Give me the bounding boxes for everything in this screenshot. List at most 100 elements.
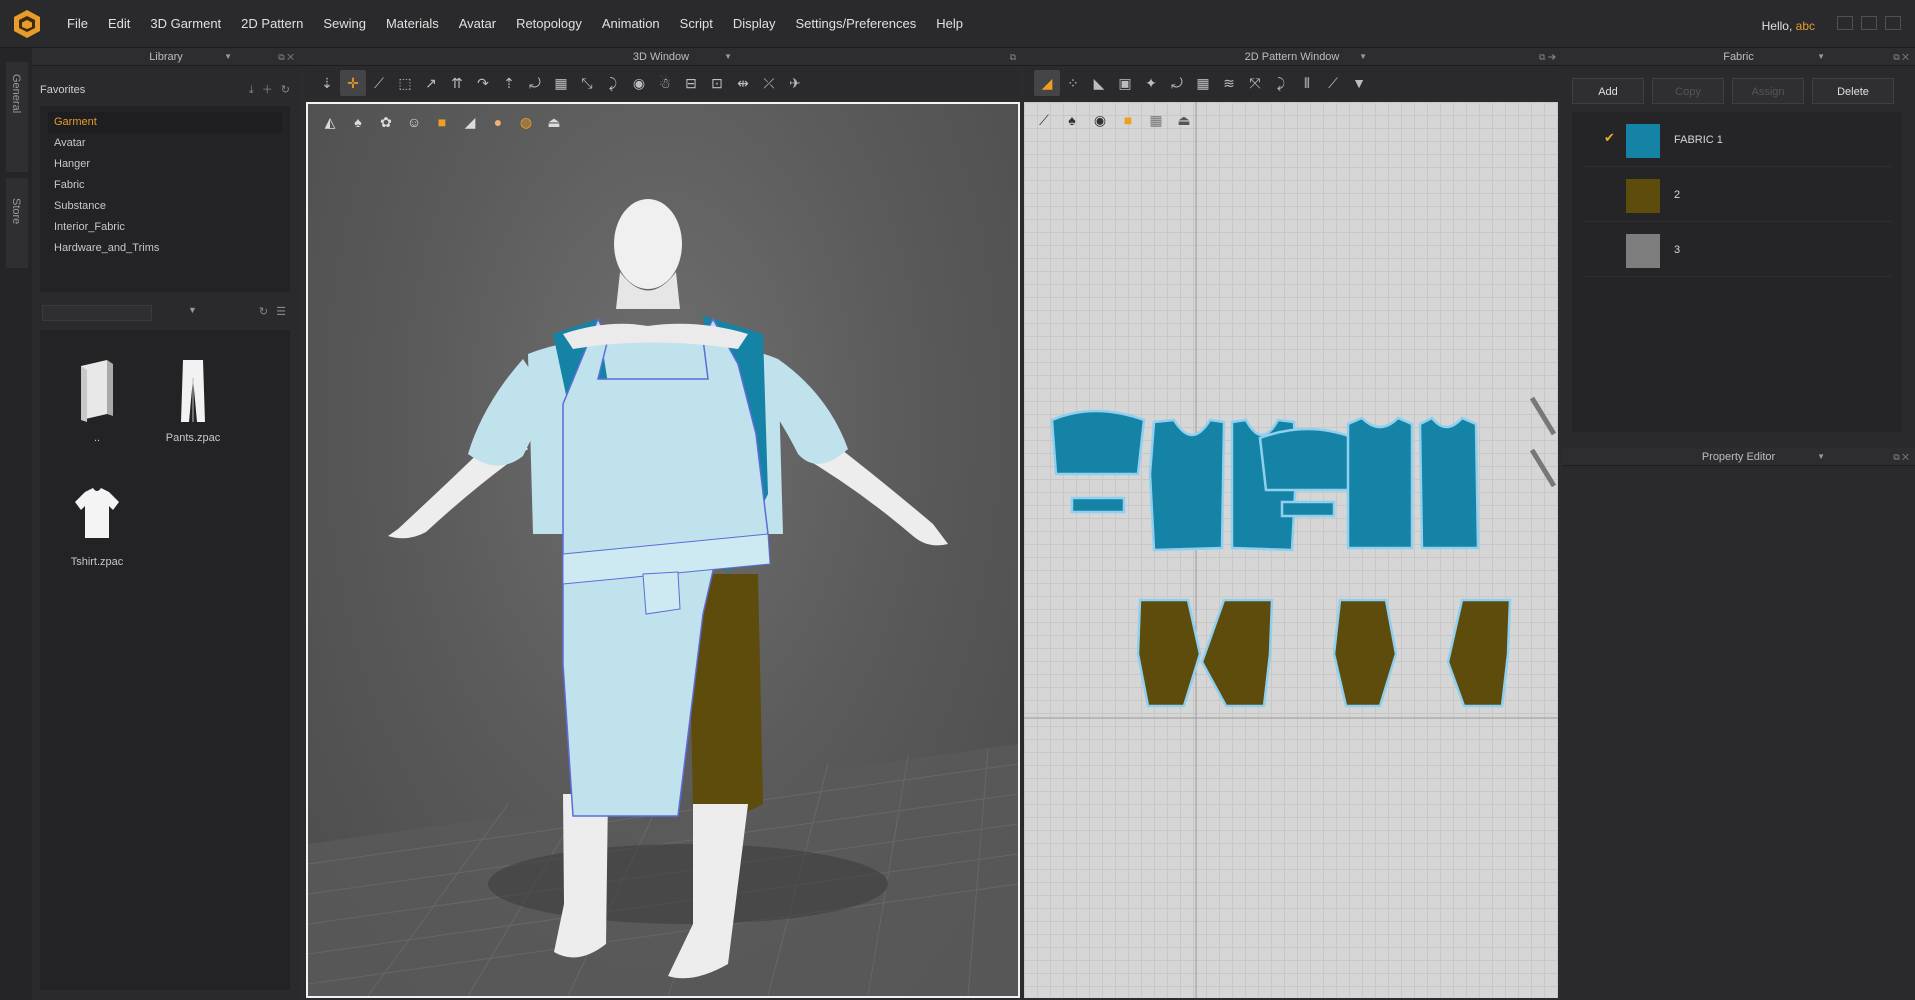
side-rail: General Store <box>0 48 32 1000</box>
assign-fabric-button[interactable]: Assign <box>1732 78 1804 104</box>
menu-script[interactable]: Script <box>670 0 723 48</box>
sewing-2d-icon[interactable]: ⤧ <box>1242 70 1268 96</box>
fabric-list-item[interactable]: 3 <box>1582 222 1892 277</box>
split-icon[interactable]: ⇹ <box>730 70 756 96</box>
property-editor-dropdown-icon[interactable]: ▼ <box>1817 448 1825 466</box>
search-dropdown-icon[interactable]: ▼ <box>188 305 197 315</box>
favorites-label: Favorites <box>40 84 86 96</box>
window-2d-undock-icon[interactable]: ⧉ ➔ <box>1539 48 1556 66</box>
menu-display[interactable]: Display <box>723 0 786 48</box>
add-fabric-button[interactable]: Add <box>1572 78 1644 104</box>
tab-store[interactable]: Store <box>6 178 28 268</box>
tack-icon[interactable]: ↗ <box>418 70 444 96</box>
select-mesh-icon[interactable]: ⬚ <box>392 70 418 96</box>
rotate-icon[interactable]: ↷ <box>470 70 496 96</box>
transform-pattern-icon[interactable]: ✛ <box>340 70 366 96</box>
menu-retopology[interactable]: Retopology <box>506 0 592 48</box>
tape-icon[interactable]: ⊟ <box>678 70 704 96</box>
edit-point-icon[interactable]: ⁘ <box>1060 70 1086 96</box>
internal-shape-icon[interactable]: ✦ <box>1138 70 1164 96</box>
toolbar-3d: ⇣ ✛ ⟋ ⬚ ↗ ⇈ ↷ ⇡ ⤾ ▦ ⤡ ⤸ ◉ ☃ ⊟ ⊡ ⇹ ⤫ ✈ <box>306 68 1020 98</box>
pin-icon[interactable]: ⇡ <box>496 70 522 96</box>
user-name[interactable]: abc <box>1796 19 1815 33</box>
file-item[interactable]: .. <box>52 356 142 444</box>
side-handle[interactable] <box>1528 394 1558 490</box>
add-favorite-icon[interactable]: ＋ <box>262 78 273 102</box>
back-cuff-pattern <box>1280 500 1336 518</box>
front-left-pattern <box>1148 418 1226 552</box>
polygon-icon[interactable]: ◣ <box>1086 70 1112 96</box>
menu-file[interactable]: File <box>57 0 98 48</box>
menu-avatar[interactable]: Avatar <box>449 0 506 48</box>
library-file-grid: .. Pants.zpac Tshirt.zpac <box>40 330 290 990</box>
point-icon[interactable]: ◉ <box>626 70 652 96</box>
menu-2d-pattern[interactable]: 2D Pattern <box>231 0 313 48</box>
stitch-icon[interactable]: ⊡ <box>704 70 730 96</box>
minimize-button[interactable] <box>1837 16 1853 30</box>
copy-fabric-button[interactable]: Copy <box>1652 78 1724 104</box>
library-header: Library ▼ ⧉ ✕ <box>32 48 300 66</box>
viewport-2d[interactable]: ⟋ ♠ ◉ ■ ▦ ⏏ <box>1024 102 1558 998</box>
favorite-item-garment[interactable]: Garment <box>48 112 282 133</box>
tab-general[interactable]: General <box>6 62 28 172</box>
fold-icon[interactable]: ⤾ <box>522 70 548 96</box>
arrange-icon[interactable]: ⇈ <box>444 70 470 96</box>
delete-unused-button[interactable]: Delete Unused <box>1812 78 1894 124</box>
menu-edit[interactable]: Edit <box>98 0 140 48</box>
edit-pattern-icon[interactable]: ◢ <box>1034 70 1060 96</box>
refresh-icon[interactable]: ↻ <box>281 78 290 102</box>
file-item[interactable]: Pants.zpac <box>148 356 238 444</box>
fabric-header: Fabric ▼ ⧉ ✕ <box>1562 48 1915 66</box>
refresh-list-icon[interactable]: ↻ <box>259 305 268 318</box>
line-icon[interactable]: ⤫ <box>756 70 782 96</box>
favorite-item-substance[interactable]: Substance <box>40 196 290 217</box>
segment-sewing-icon[interactable]: ⤡ <box>574 70 600 96</box>
fabric-list-item[interactable]: ✔ FABRIC 1 <box>1582 112 1892 167</box>
clo-logo-icon[interactable] <box>11 8 43 40</box>
favorite-item-fabric[interactable]: Fabric <box>40 175 290 196</box>
pose-icon[interactable]: ✈ <box>782 70 808 96</box>
window-3d-undock-icon[interactable]: ⧉ <box>1010 48 1016 66</box>
close-button[interactable] <box>1885 16 1901 30</box>
grid-icon[interactable]: ▦ <box>548 70 574 96</box>
window-3d-dropdown-icon[interactable]: ▼ <box>724 48 732 66</box>
viewport-3d[interactable]: ◭ ♠ ✿ ☺ ■ ◢ ● ◍ ⏏ <box>306 102 1020 998</box>
restore-button[interactable] <box>1861 16 1877 30</box>
fabric-dropdown-icon[interactable]: ▼ <box>1817 48 1825 66</box>
library-dropdown-icon[interactable]: ▼ <box>224 48 232 66</box>
free-sewing-icon[interactable]: ⤸ <box>600 70 626 96</box>
menu-help[interactable]: Help <box>926 0 973 48</box>
fabric-list-item[interactable]: 2 <box>1582 167 1892 222</box>
window-2d-dropdown-icon[interactable]: ▼ <box>1359 48 1367 66</box>
garment-fit-icon[interactable]: ▼ <box>1346 70 1372 96</box>
select-move-icon[interactable]: ⇣ <box>314 70 340 96</box>
menu-materials[interactable]: Materials <box>376 0 449 48</box>
library-view-actions: ↻ ☰ <box>259 305 286 318</box>
favorite-item-interior-fabric[interactable]: Interior_Fabric <box>40 217 290 238</box>
dart-icon[interactable]: ⤾ <box>1164 70 1190 96</box>
app-window: File Edit 3D Garment 2D Pattern Sewing M… <box>0 0 1915 1000</box>
fold-line-icon[interactable]: ≋ <box>1216 70 1242 96</box>
measure-icon[interactable]: ⟋ <box>1320 70 1346 96</box>
menu-3d-garment[interactable]: 3D Garment <box>140 0 231 48</box>
menu-animation[interactable]: Animation <box>592 0 670 48</box>
favorite-item-avatar[interactable]: Avatar <box>40 133 290 154</box>
rectangle-icon[interactable]: ▣ <box>1112 70 1138 96</box>
download-icon[interactable]: ⤓ <box>249 78 254 102</box>
property-editor-controls-icon[interactable]: ⧉ ✕ <box>1893 448 1909 466</box>
favorite-item-hardware-trims[interactable]: Hardware_and_Trims <box>40 238 290 259</box>
avatar-measure-icon[interactable]: ☃ <box>652 70 678 96</box>
free-sewing-2d-icon[interactable]: ⤸ <box>1268 70 1294 96</box>
fold-arrangement-icon[interactable]: ⟋ <box>366 70 392 96</box>
trace-icon[interactable]: ▦ <box>1190 70 1216 96</box>
library-panel-controls-icon[interactable]: ⧉ ✕ <box>278 48 294 66</box>
menu-settings[interactable]: Settings/Preferences <box>786 0 927 48</box>
list-view-icon[interactable]: ☰ <box>276 305 286 318</box>
library-search-row: ▼ ↻ ☰ <box>40 302 290 324</box>
fabric-panel-controls-icon[interactable]: ⧉ ✕ <box>1893 48 1909 66</box>
favorite-item-hanger[interactable]: Hanger <box>40 154 290 175</box>
pleat-icon[interactable]: ⦀ <box>1294 70 1320 96</box>
menu-sewing[interactable]: Sewing <box>313 0 376 48</box>
library-search-input[interactable] <box>42 305 152 321</box>
file-item[interactable]: Tshirt.zpac <box>52 480 142 568</box>
